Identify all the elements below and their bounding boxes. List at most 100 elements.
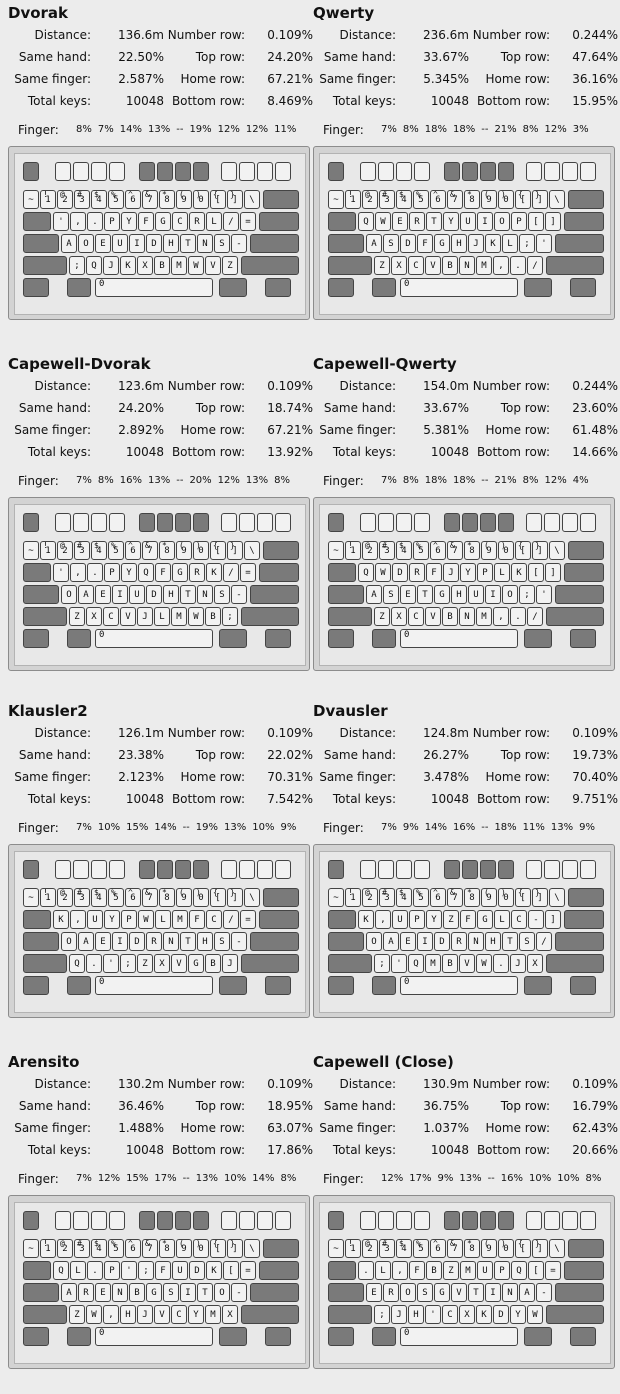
letter-key: I bbox=[417, 932, 433, 951]
function-key bbox=[544, 1211, 560, 1230]
function-key bbox=[193, 1211, 209, 1230]
finger-percent: 20% bbox=[189, 475, 212, 486]
letter-key: E bbox=[95, 234, 111, 253]
stat-label: Home row: bbox=[180, 770, 245, 784]
function-key bbox=[480, 860, 496, 879]
letter-key: F bbox=[138, 212, 154, 231]
letter-key: D bbox=[146, 585, 162, 604]
function-key bbox=[580, 162, 596, 181]
function-key bbox=[257, 513, 273, 532]
ctrl-key bbox=[23, 629, 49, 648]
enter-key bbox=[259, 563, 299, 582]
function-key bbox=[193, 860, 209, 879]
letter-key: / bbox=[223, 212, 239, 231]
letter-key: / bbox=[536, 932, 552, 951]
function-key bbox=[139, 860, 155, 879]
layout-panel: Capewell-Dvorak Distance: 123.6m Number row… bbox=[8, 351, 313, 696]
letter-key: H bbox=[485, 932, 501, 951]
number-key: ]} bbox=[227, 888, 243, 907]
number-key: ]} bbox=[227, 541, 243, 560]
letter-key: U bbox=[392, 910, 408, 929]
number-key: [{ bbox=[515, 190, 531, 209]
keyboard: ~1! 2 @3 #4 $5% 6 ^ 7 & 8 * 9(0)[{]} \ ',. P Y F G C R L / = A O… bbox=[8, 146, 310, 320]
finger-percent: 17% bbox=[154, 1173, 177, 1184]
letter-key: N bbox=[459, 256, 475, 275]
finger-percent: 18% bbox=[424, 124, 447, 135]
function-key bbox=[444, 1211, 460, 1230]
finger-percent: 8% bbox=[585, 1173, 602, 1184]
letter-key: B bbox=[129, 1283, 145, 1302]
function-key bbox=[360, 162, 376, 181]
shift-key bbox=[546, 1305, 604, 1324]
letter-key: V bbox=[154, 1305, 170, 1324]
shift-key bbox=[546, 607, 604, 626]
number-key: 9( bbox=[176, 190, 192, 209]
letter-key: E bbox=[95, 1283, 111, 1302]
letter-key: M bbox=[476, 607, 492, 626]
number-key-shift: & bbox=[145, 190, 150, 199]
letter-key: = bbox=[240, 1261, 256, 1280]
letter-key: / bbox=[527, 607, 543, 626]
enter-key bbox=[564, 563, 604, 582]
stat-value: 22.02% bbox=[267, 748, 313, 762]
stat-label: Total keys: bbox=[332, 94, 396, 108]
number-key-shift: } bbox=[230, 190, 235, 199]
stat-label: Bottom row: bbox=[476, 1143, 550, 1157]
function-key bbox=[526, 513, 542, 532]
tab-key bbox=[328, 563, 356, 582]
stat-label: Number row: bbox=[472, 726, 550, 740]
backspace-key bbox=[568, 541, 604, 560]
stat-label: Top row: bbox=[195, 748, 245, 762]
number-key: 4 $ bbox=[396, 1239, 412, 1258]
number-key-shift: { bbox=[518, 190, 523, 199]
finger-percent: 19% bbox=[195, 822, 219, 833]
function-key bbox=[275, 860, 291, 879]
number-key: \ bbox=[549, 190, 565, 209]
letter-key: - bbox=[536, 1283, 552, 1302]
letter-key: B bbox=[205, 954, 221, 973]
function-key bbox=[378, 162, 394, 181]
finger-percent: 13% bbox=[224, 822, 247, 833]
number-key: 1! bbox=[345, 541, 361, 560]
letter-key: D bbox=[493, 1305, 509, 1324]
enter-key bbox=[564, 1261, 604, 1280]
stat-value: 2.892% bbox=[118, 423, 164, 437]
stat-value: 10048 bbox=[430, 94, 469, 108]
number-key: \ bbox=[549, 1239, 565, 1258]
letter-key: , bbox=[70, 563, 86, 582]
number-key-shift: { bbox=[213, 1239, 218, 1248]
function-key bbox=[91, 513, 107, 532]
number-key-shift: & bbox=[450, 1239, 455, 1248]
stat-value: 10048 bbox=[125, 445, 164, 459]
finger-percent: 9% bbox=[437, 1173, 454, 1184]
letter-key: I bbox=[485, 585, 501, 604]
caps-key bbox=[23, 585, 59, 604]
number-key: 3 # bbox=[379, 190, 395, 209]
stat-row: Distance: 154.0m Number row: 0.244% bbox=[313, 379, 618, 401]
ctrl-key bbox=[23, 1327, 49, 1346]
ctrl-key bbox=[328, 1327, 354, 1346]
letter-key: A bbox=[78, 585, 94, 604]
alt-key bbox=[67, 629, 91, 648]
letter-key: T bbox=[417, 585, 433, 604]
finger-percent: 9% bbox=[579, 822, 596, 833]
stat-label: Distance: bbox=[34, 726, 91, 740]
number-key-shift: & bbox=[145, 888, 150, 897]
tab-key bbox=[23, 212, 51, 231]
letter-key: O bbox=[494, 212, 510, 231]
stat-row: Total keys: 10048 Bottom row: 7.542% bbox=[8, 792, 313, 814]
stat-value: 26.27% bbox=[423, 748, 469, 762]
number-key-shift: * bbox=[162, 190, 167, 199]
keyboard: ~1! 2 @3 #4 $5% 6 ^ 7 & 8 * 9(0)[{]} \ Q W D R F J Y P L K[] A S… bbox=[313, 497, 615, 671]
stat-value: 0.109% bbox=[267, 379, 313, 393]
number-key: 3 # bbox=[379, 888, 395, 907]
stat-value: 62.43% bbox=[572, 1121, 618, 1135]
number-key: ]} bbox=[532, 190, 548, 209]
function-key bbox=[414, 1211, 430, 1230]
letter-key: H bbox=[163, 585, 179, 604]
letter-key: E bbox=[95, 932, 111, 951]
stat-value: 14.66% bbox=[572, 445, 618, 459]
letter-key: K bbox=[206, 1261, 222, 1280]
number-key-shift: ^ bbox=[128, 888, 133, 897]
letter-key: , bbox=[70, 910, 86, 929]
